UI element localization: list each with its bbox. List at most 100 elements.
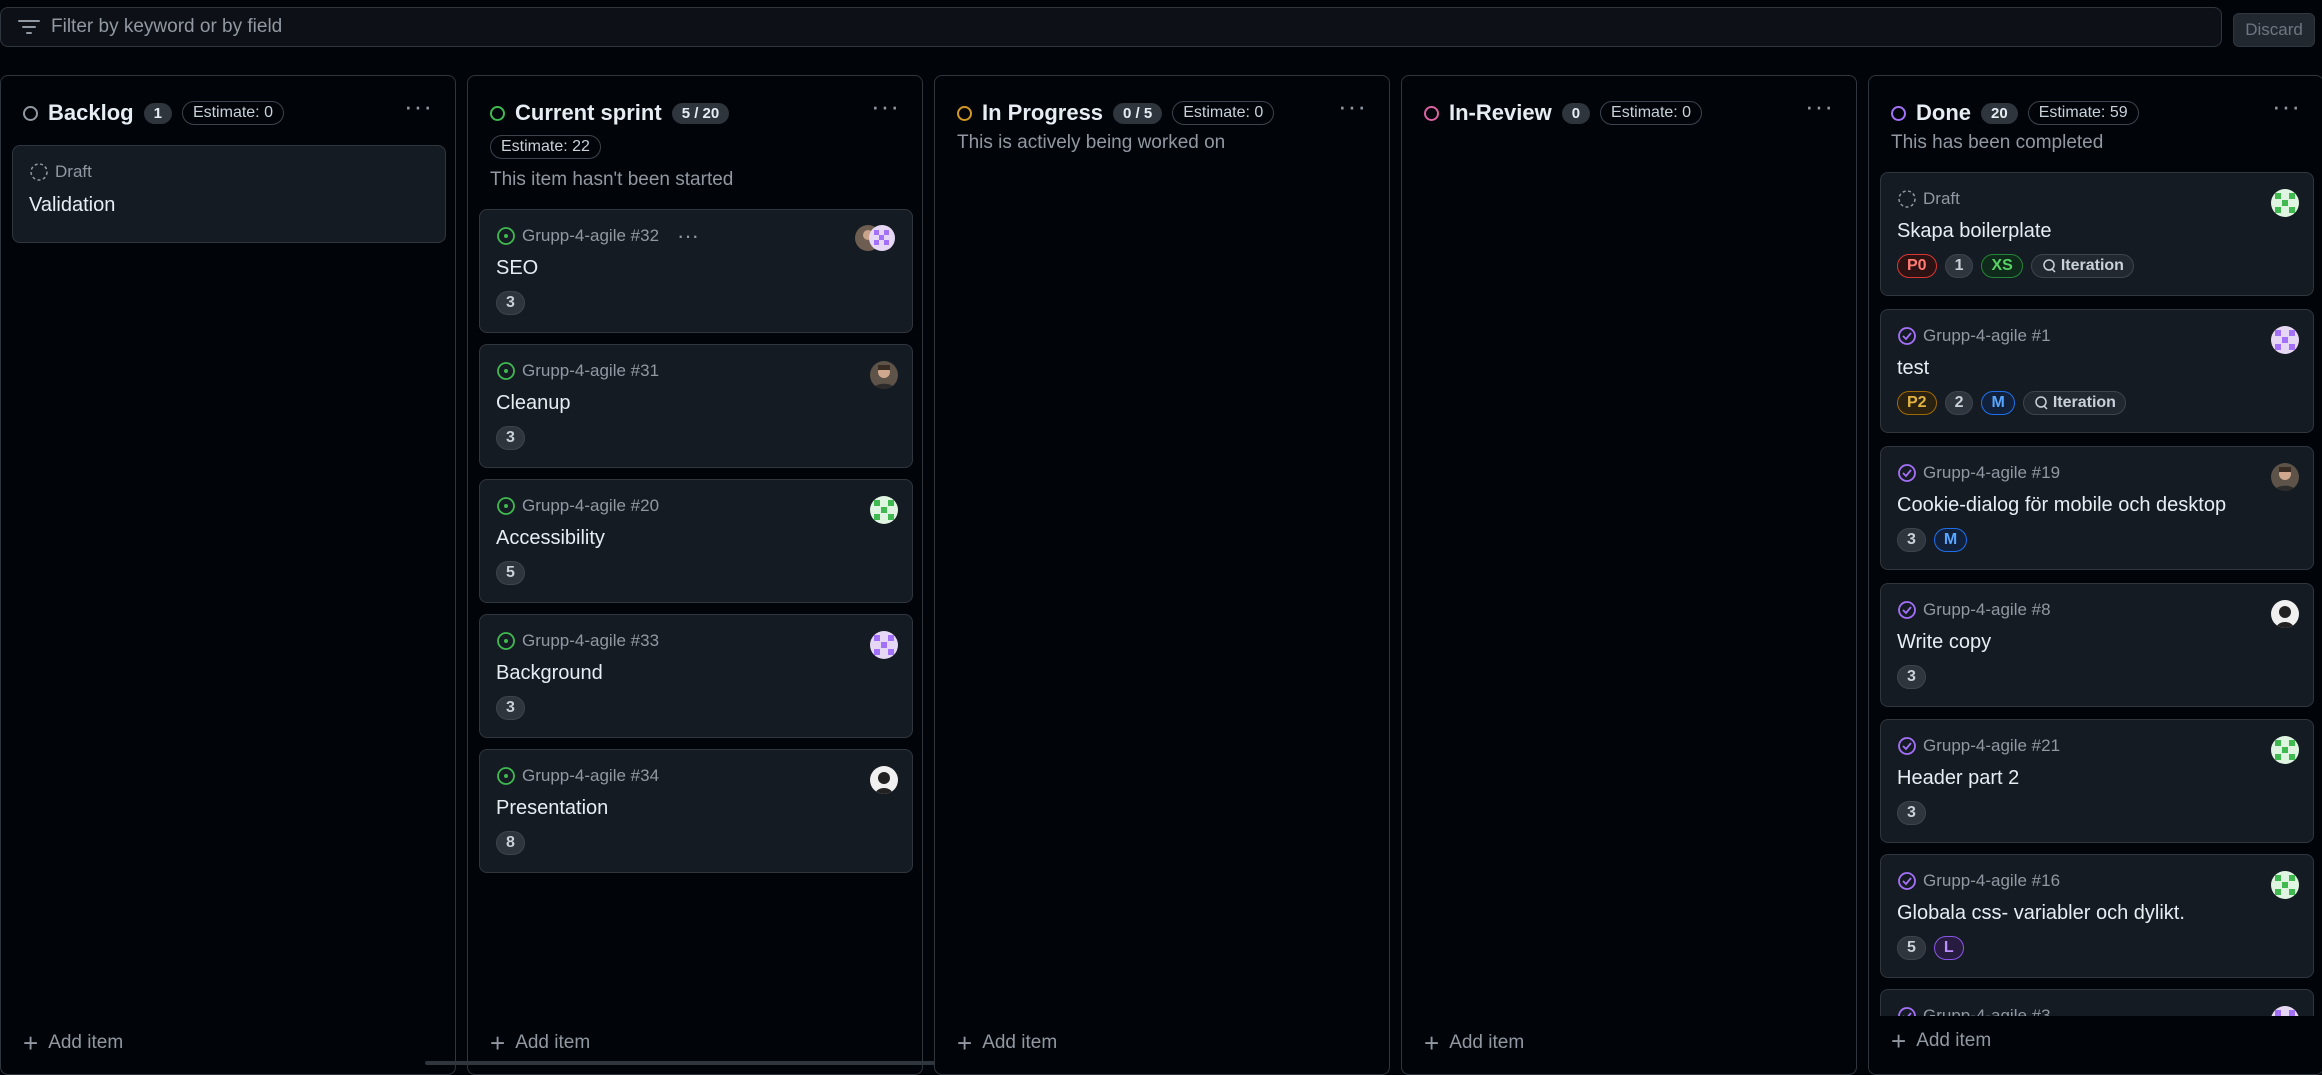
estimate-badge: 3 <box>1897 801 1926 825</box>
estimate-badge: 8 <box>496 831 525 855</box>
card-issue[interactable]: Grupp-4-agile #33 Background 3 <box>479 614 913 738</box>
card-issue[interactable]: Grupp-4-agile #21 Header part 2 3 <box>1880 719 2314 843</box>
card-title[interactable]: Accessibility <box>496 527 605 550</box>
card-title[interactable]: Cookie-dialog för mobile och desktop <box>1897 494 2226 517</box>
card-meta: Grupp-4-agile #1 <box>1923 326 2051 345</box>
column-estimate: Estimate: 0 <box>1172 101 1275 125</box>
estimate-badge: 3 <box>496 291 525 315</box>
draft-icon <box>30 163 48 181</box>
card-meta: Draft <box>55 162 92 181</box>
column-title: Backlog <box>48 100 134 125</box>
card-meta: Draft <box>1923 189 1960 208</box>
column-estimate: Estimate: 0 <box>1600 101 1703 125</box>
card-menu-icon[interactable]: ··· <box>677 225 699 247</box>
card-title[interactable]: Skapa boilerplate <box>1897 220 2052 243</box>
estimate-badge: 5 <box>496 561 525 585</box>
avatar <box>870 766 898 794</box>
add-item-button[interactable]: + Add item <box>1424 1028 1524 1058</box>
filter-input[interactable] <box>49 15 2221 39</box>
column-menu-button[interactable]: ··· <box>871 93 900 119</box>
avatar <box>2271 736 2299 764</box>
card-title[interactable]: Write copy <box>1897 631 1991 654</box>
open-issue-icon <box>497 497 515 515</box>
avatar <box>2271 189 2299 217</box>
discard-button[interactable]: Discard <box>2233 13 2315 47</box>
column-menu-button[interactable]: ··· <box>1805 93 1834 119</box>
done-card-list[interactable]: Draft Skapa boilerplate P0 1 XS Iteratio… <box>1869 76 2322 1016</box>
column-description: This item hasn't been started <box>490 169 734 190</box>
column-count: 1 <box>143 102 172 124</box>
card-meta: Grupp-4-agile #3 <box>1923 1006 2051 1016</box>
card-title[interactable]: Header part 2 <box>1897 767 2019 790</box>
filter-icon <box>9 19 49 35</box>
column-estimate: Estimate: 0 <box>181 101 284 125</box>
plus-icon: + <box>1424 1028 1440 1058</box>
column-backlog: Backlog 1 Estimate: 0 ··· Draft Validati… <box>0 75 456 1075</box>
assignees-avatars <box>854 224 898 252</box>
card-title[interactable]: SEO <box>496 257 538 280</box>
card-title[interactable]: Background <box>496 662 603 685</box>
card-meta: Grupp-4-agile #8 <box>1923 600 2051 619</box>
plus-icon: + <box>1891 1026 1907 1056</box>
card-title[interactable]: Cleanup <box>496 392 571 415</box>
card-meta: Grupp-4-agile #16 <box>1923 871 2061 890</box>
status-circle-icon <box>23 105 38 121</box>
card-title[interactable]: Globala css- variabler och dylikt. <box>1897 902 2185 925</box>
size-badge: M <box>1981 391 2015 415</box>
column-menu-button[interactable]: ··· <box>1338 93 1367 119</box>
column-in-review: In-Review 0 Estimate: 0 ··· + Add item <box>1401 75 1857 1075</box>
draft-icon <box>1898 190 1916 208</box>
estimate-badge: 2 <box>1944 391 1974 415</box>
card-draft[interactable]: Draft Validation <box>12 145 446 243</box>
add-item-button[interactable]: + Add item <box>490 1030 590 1056</box>
column-title: In Progress <box>982 100 1104 125</box>
closed-issue-icon <box>1898 737 1916 755</box>
add-item-button[interactable]: + Add item <box>1891 1026 1991 1056</box>
card-draft[interactable]: Draft Skapa boilerplate P0 1 XS Iteratio… <box>1880 172 2314 296</box>
card-title[interactable]: Presentation <box>496 797 608 820</box>
horizontal-scrollbar[interactable] <box>425 1061 935 1065</box>
closed-issue-icon <box>1898 1007 1916 1016</box>
column-current-sprint: Current sprint 5 / 20 Estimate: 22 ··· T… <box>467 75 923 1075</box>
priority-badge: P0 <box>1897 254 1937 278</box>
card-issue[interactable]: Grupp-4-agile #31 Cleanup 3 <box>479 344 913 468</box>
card-issue[interactable]: Grupp-4-agile #19 Cookie-dialog för mobi… <box>1880 446 2314 570</box>
column-menu-button[interactable]: ··· <box>404 93 433 119</box>
open-issue-icon <box>497 632 515 650</box>
avatar <box>870 631 898 659</box>
board: Backlog 1 Estimate: 0 ··· Draft Validati… <box>0 75 2322 1075</box>
add-item-button[interactable]: + Add item <box>23 1030 123 1056</box>
card-meta: Grupp-4-agile #20 <box>522 496 660 515</box>
closed-issue-icon <box>1898 872 1916 890</box>
open-issue-icon <box>497 227 515 245</box>
card-meta: Grupp-4-agile #19 <box>1923 463 2061 482</box>
open-issue-icon <box>497 767 515 785</box>
status-circle-icon <box>490 105 505 121</box>
filter-bar[interactable] <box>0 7 2222 47</box>
size-badge: M <box>1933 528 1968 552</box>
column-done: Done 20 Estimate: 59 ··· This has been c… <box>1868 75 2322 1075</box>
card-issue[interactable]: Grupp-4-agile #34 Presentation 8 <box>479 749 913 873</box>
column-description: This is actively being worked on <box>957 132 1226 153</box>
card-issue[interactable]: Grupp-4-agile #16 Globala css- variabler… <box>1880 854 2314 978</box>
card-title[interactable]: test <box>1897 357 1929 380</box>
avatar <box>870 361 898 389</box>
column-title: Current sprint <box>515 100 662 125</box>
column-count: 0 / 5 <box>1113 102 1163 124</box>
status-circle-icon <box>957 105 972 121</box>
avatar <box>870 496 898 524</box>
open-issue-icon <box>497 362 515 380</box>
column-title: In-Review <box>1449 100 1552 125</box>
card-title[interactable]: Validation <box>29 194 115 217</box>
avatar <box>2271 326 2299 354</box>
card-issue[interactable]: Grupp-4-agile #3 <box>1880 989 2314 1016</box>
avatar <box>2271 1006 2299 1016</box>
card-issue[interactable]: Grupp-4-agile #1 test P2 2 M Iteration <box>1880 309 2314 433</box>
card-issue[interactable]: Grupp-4-agile #32 ··· SEO 3 <box>479 209 913 333</box>
card-meta: Grupp-4-agile #32 <box>522 226 660 245</box>
size-badge: L <box>1933 936 1964 960</box>
card-issue[interactable]: Grupp-4-agile #8 Write copy 3 <box>1880 583 2314 707</box>
closed-issue-icon <box>1898 464 1916 482</box>
card-issue[interactable]: Grupp-4-agile #20 Accessibility 5 <box>479 479 913 603</box>
add-item-button[interactable]: + Add item <box>957 1030 1057 1056</box>
